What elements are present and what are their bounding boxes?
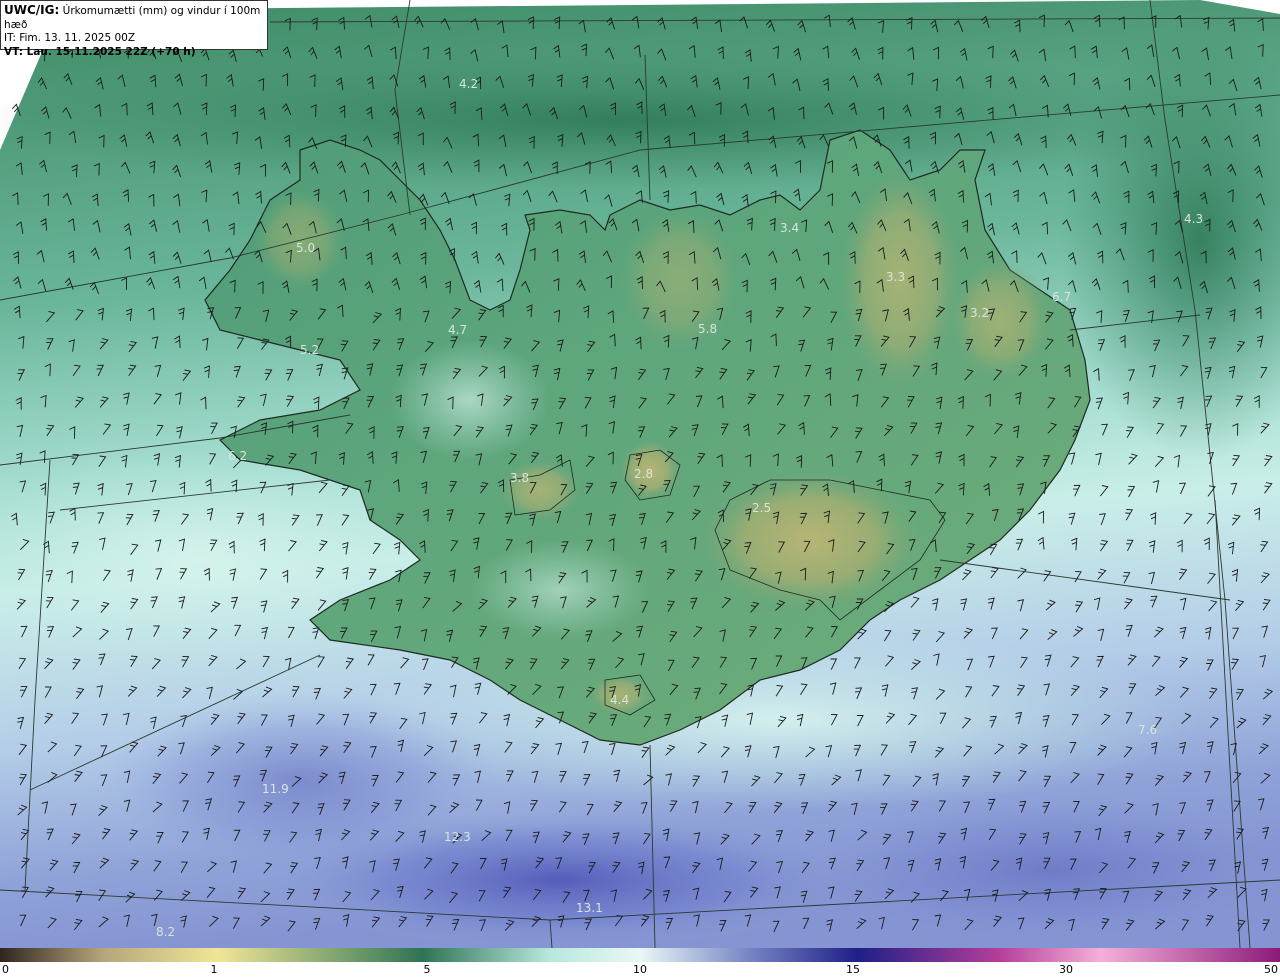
map-value-label: 2.5 [752, 501, 771, 515]
map-value-label: 3.2 [970, 306, 989, 320]
legend-tick: 30 [1059, 963, 1073, 976]
map-value-label: 5.0 [296, 241, 315, 255]
map-value-label: 5.8 [698, 322, 717, 336]
map-value-label: 6.2 [228, 449, 247, 463]
map-value-label: 4.2 [459, 77, 478, 91]
map-value-label: 13.1 [576, 901, 603, 915]
legend-tick: 15 [846, 963, 860, 976]
precipitation-wind-map: 4.2 5.0 3.4 3.3 4.3 6.7 3.2 5.8 3.8 2.8 … [0, 0, 1280, 948]
map-value-label: 7.6 [1138, 723, 1157, 737]
valid-time: VT: Lau. 15.11.2025 22Z (+70 h) [4, 45, 196, 58]
map-value-label: 3.8 [510, 471, 529, 485]
init-time: IT: Fim. 13. 11. 2025 00Z [4, 32, 136, 44]
title-line: UWC/IG: Úrkomumætti (mm) og vindur í 100… [4, 3, 264, 32]
color-legend: 0 1 5 10 15 30 50 [0, 948, 1280, 978]
map-title-box: UWC/IG: Úrkomumætti (mm) og vindur í 100… [0, 0, 268, 58]
map-value-label: 2.8 [634, 467, 653, 481]
map-value-label: 3.4 [780, 221, 799, 235]
map-value-label: 4.3 [1184, 212, 1203, 226]
legend-tick: 0 [2, 963, 9, 976]
model-name: UWC/IG: [4, 3, 60, 17]
legend-tick: 50 [1264, 963, 1278, 976]
map-value-label: 5.2 [300, 343, 319, 357]
map-value-label: 11.9 [262, 782, 289, 796]
legend-tick: 1 [210, 963, 218, 976]
map-value-label: 4.4 [610, 693, 629, 707]
map-value-label: 8.2 [156, 925, 175, 939]
map-value-label: 12.3 [444, 830, 471, 844]
legend-tick: 5 [423, 963, 431, 976]
map-value-label: 3.3 [886, 270, 905, 284]
legend-tick: 10 [633, 963, 647, 976]
legend-color-bar [0, 948, 1280, 962]
map-value-label: 4.7 [448, 323, 467, 337]
map-value-label: 6.7 [1052, 290, 1071, 304]
